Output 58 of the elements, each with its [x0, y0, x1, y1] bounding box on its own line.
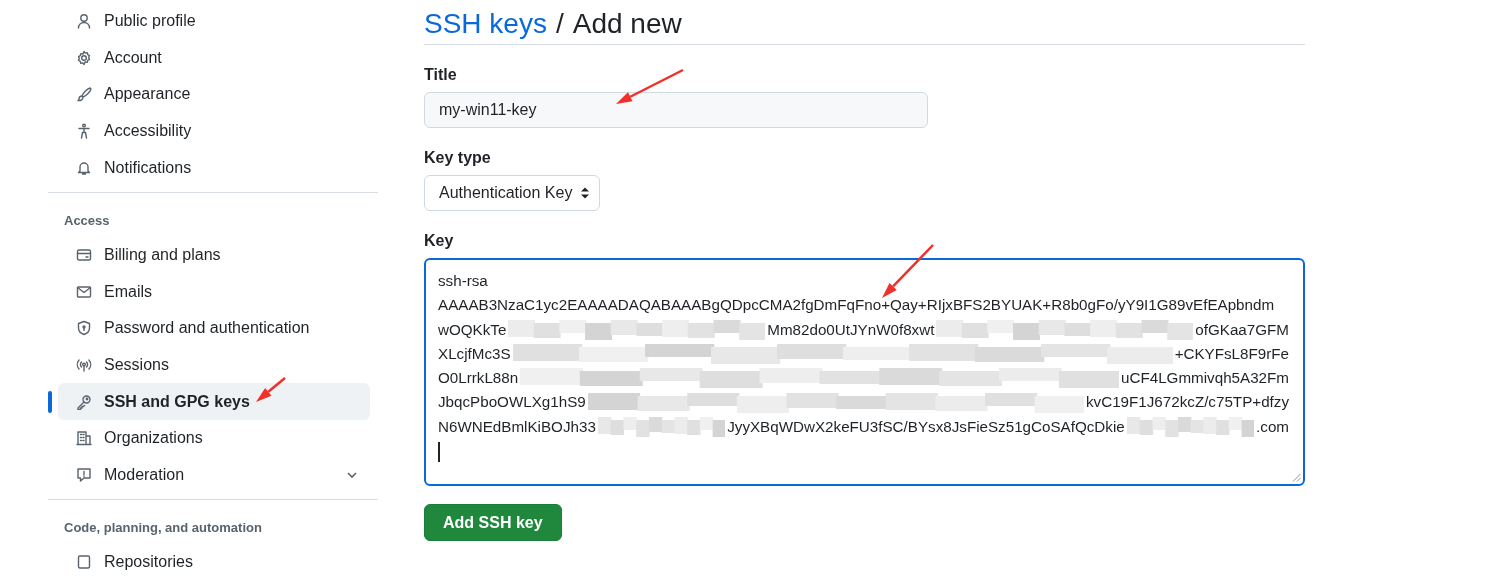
- key-text: ofGKaa7GFM: [1195, 319, 1289, 340]
- sidebar-item[interactable]: Public profile: [58, 3, 370, 40]
- broadcast-icon: [76, 357, 92, 374]
- key-text: +CKYFsL8F9rFe: [1174, 343, 1289, 364]
- annotation-arrow: [616, 68, 684, 104]
- page-title: Add new: [572, 8, 682, 40]
- key-text: JbqcPboOWLXg1hS9: [438, 392, 586, 413]
- sidebar-item[interactable]: Sessions: [58, 346, 370, 384]
- gear-icon: [76, 49, 92, 66]
- key-text: AAAAB3NzaC1yc2EAAAADAQABAAABgQDpcCMA2fgDmFqFno+Qay+RIjxBFS2BYUAK+R8b0gFo/yY9I1G89vEfEApbndm: [438, 295, 1275, 316]
- sidebar-item[interactable]: Account: [58, 39, 370, 77]
- active-indicator: [48, 391, 52, 414]
- paintbrush-icon: [76, 86, 92, 103]
- sidebar-item[interactable]: Organizations: [58, 419, 370, 457]
- shield-icon: [76, 320, 92, 337]
- sidebar-item[interactable]: Emails: [58, 273, 370, 311]
- text-cursor: [438, 442, 440, 463]
- key-text: .com: [1256, 416, 1289, 437]
- bell-icon: [76, 159, 92, 176]
- key-type-select[interactable]: Authentication Key: [424, 175, 601, 211]
- annotation-arrow: [882, 244, 934, 298]
- person-icon: [76, 13, 92, 30]
- building-icon: [76, 430, 92, 447]
- annotation-arrow: [256, 377, 286, 402]
- sidebar-item[interactable]: Appearance: [58, 76, 370, 113]
- sidebar-item[interactable]: Password and authentication: [58, 310, 370, 347]
- key-icon: [76, 393, 92, 410]
- field-label: Title: [424, 66, 457, 84]
- field-label: Key: [424, 232, 454, 250]
- field-label: Key type: [424, 149, 491, 167]
- key-text: Mm82do0UtJYnW0f8xwt: [767, 319, 935, 340]
- sidebar-item[interactable]: Repositories: [58, 544, 370, 581]
- select-arrows-icon: [580, 186, 591, 200]
- section-heading: Access: [64, 212, 110, 228]
- repo-icon: [76, 554, 92, 571]
- key-text: ssh-rsa: [438, 271, 488, 291]
- key-text: O0LrrkL88n: [438, 368, 519, 389]
- credit-card-icon: [76, 247, 92, 264]
- breadcrumb-link[interactable]: SSH keys: [424, 8, 547, 40]
- breadcrumb-separator: /: [555, 8, 564, 40]
- section-heading: Code, planning, and automation: [64, 520, 262, 536]
- sidebar-item[interactable]: Billing and plans: [58, 236, 370, 274]
- key-text: uCF4LGmmivqh5A32Fm: [1121, 368, 1289, 389]
- title-input[interactable]: my-win11-key: [424, 92, 928, 128]
- resize-grip-icon[interactable]: [1292, 473, 1301, 482]
- envelope-icon: [76, 283, 92, 300]
- key-text: wOQKkTe: [438, 319, 507, 340]
- accessibility-icon: [76, 123, 92, 140]
- report-icon: [76, 466, 92, 483]
- sidebar-item[interactable]: Accessibility: [58, 112, 370, 150]
- sidebar-item[interactable]: Moderation: [58, 456, 370, 494]
- key-text: kvC19F1J672kcZ/c75TP+dfzy: [1086, 392, 1289, 413]
- key-text: N6WNEdBmlKiBOJh33: [438, 416, 596, 437]
- key-text: JyyXBqWDwX2keFU3fSC/BYsx8JsFieSz51gCoSAfQcDkie: [727, 416, 1125, 437]
- sidebar-item[interactable]: Notifications: [58, 149, 370, 186]
- add-ssh-key-button[interactable]: Add SSH key: [424, 504, 562, 541]
- key-textarea[interactable]: [424, 258, 1305, 486]
- key-text: XLcjfMc3S: [438, 343, 511, 364]
